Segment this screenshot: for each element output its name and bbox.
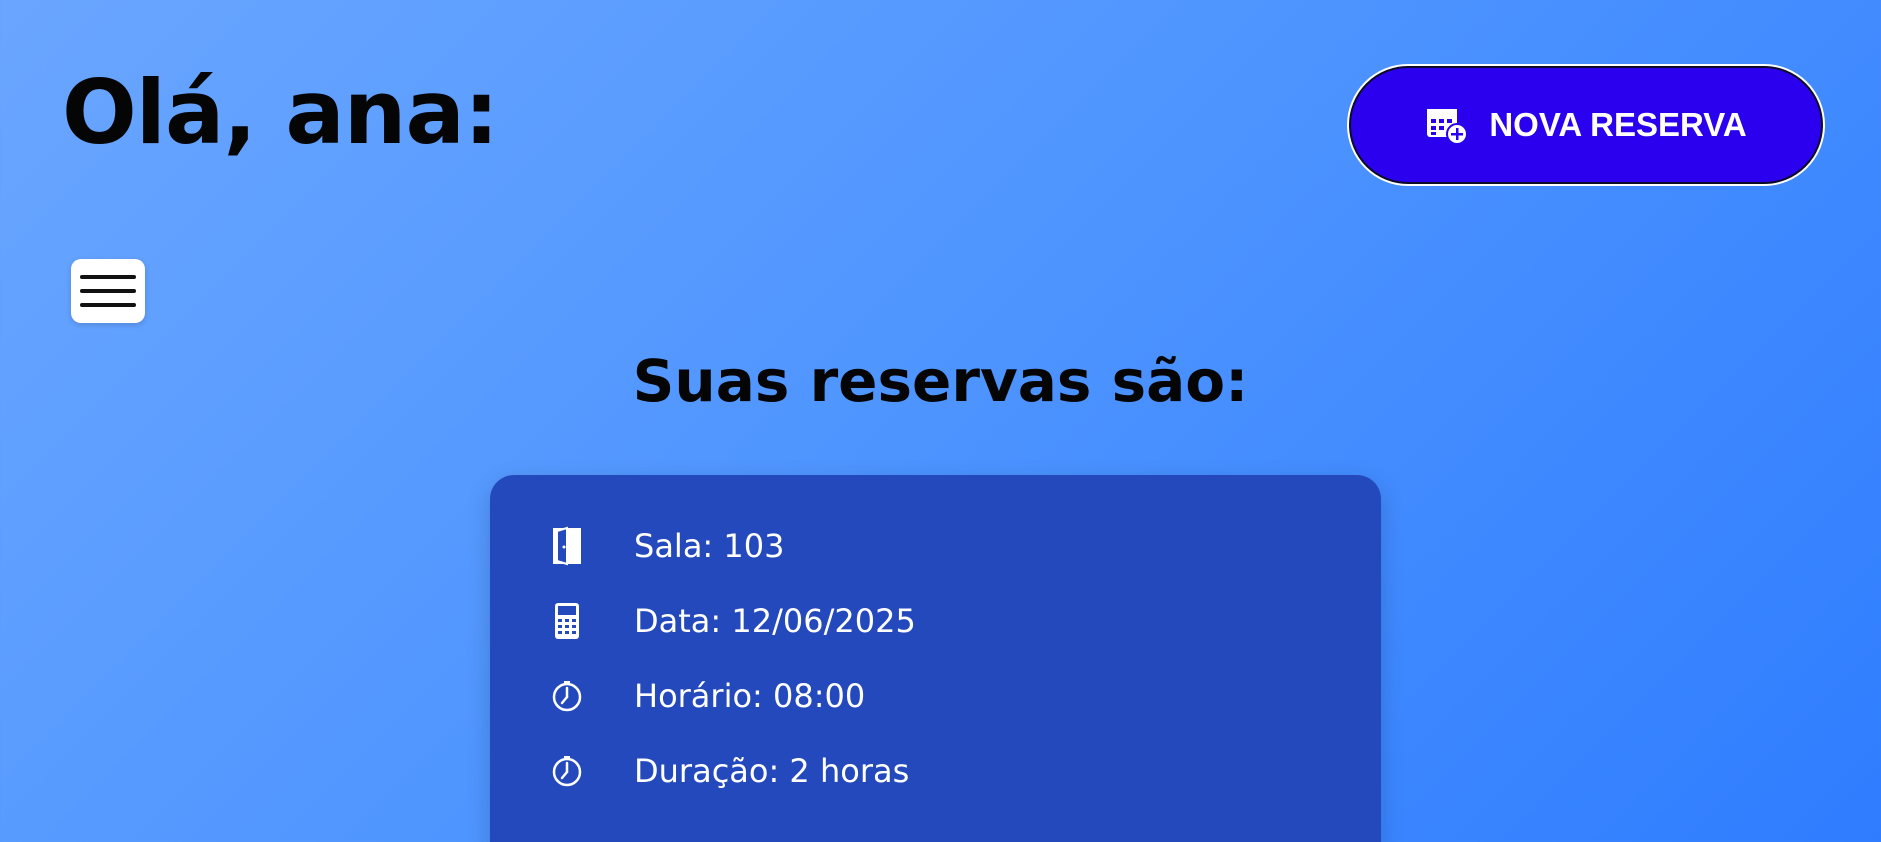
calendar-plus-icon	[1425, 105, 1469, 145]
reservation-room-row: Sala: 103	[550, 522, 784, 570]
reservation-date-row: Data: 12/06/2025	[550, 597, 916, 645]
new-reservation-label: NOVA RESERVA	[1489, 106, 1747, 143]
reservation-card: Sala: 103 Data: 12/06/2025 Horário: 08:0…	[490, 475, 1381, 842]
reservation-time-text: Horário: 08:00	[634, 677, 866, 715]
reservation-time-row: Horário: 08:00	[550, 672, 865, 720]
menu-button[interactable]	[71, 259, 145, 323]
new-reservation-button[interactable]: NOVA RESERVA	[1349, 66, 1823, 184]
stopwatch-icon	[550, 750, 584, 792]
stopwatch-icon	[550, 675, 584, 717]
calendar-icon	[550, 600, 584, 642]
greeting-title: Olá, ana:	[62, 61, 499, 164]
hamburger-menu-icon	[80, 275, 136, 279]
reservation-room-text: Sala: 103	[634, 527, 785, 565]
reservation-duration-text: Duração: 2 horas	[634, 752, 910, 790]
door-icon	[550, 525, 584, 567]
reservation-date-text: Data: 12/06/2025	[634, 602, 916, 640]
reservation-duration-row: Duração: 2 horas	[550, 747, 909, 795]
reservations-title: Suas reservas são:	[632, 347, 1249, 415]
